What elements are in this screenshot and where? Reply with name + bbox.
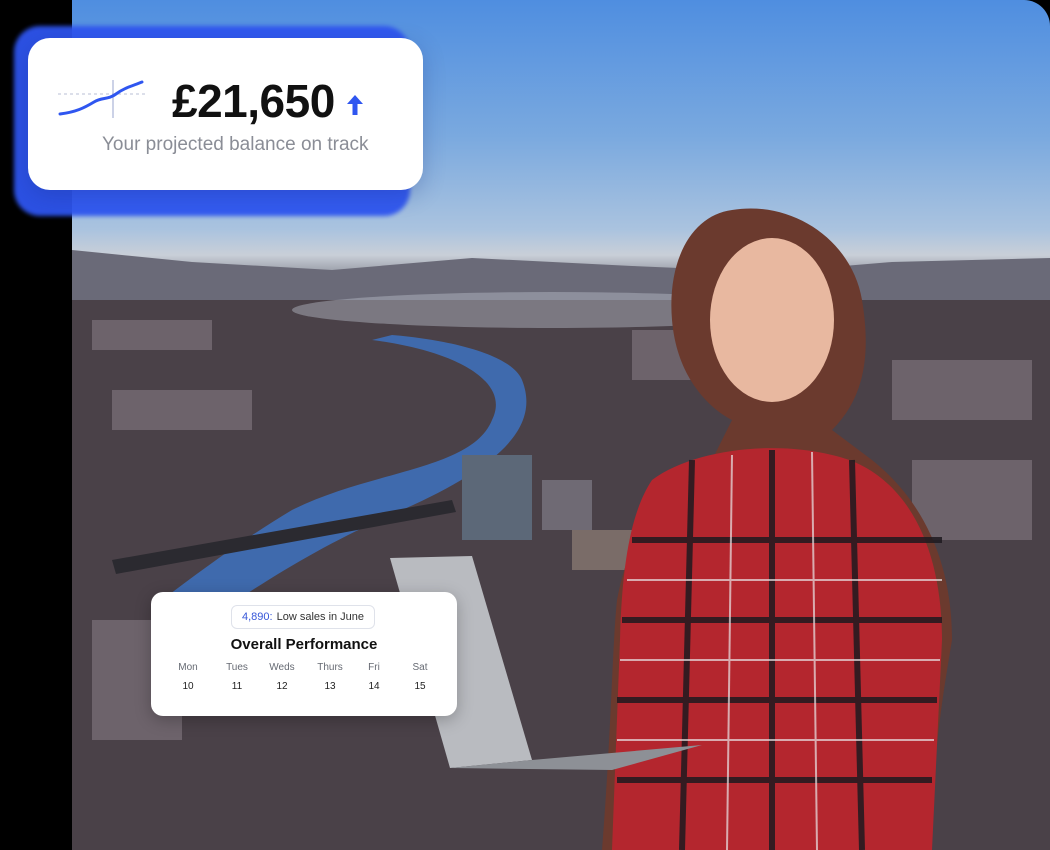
arrow-up-icon <box>346 94 364 121</box>
day-number: 12 <box>276 681 288 692</box>
sales-badge: 4,890: Low sales in June <box>231 605 376 629</box>
day-name: Weds <box>269 662 295 673</box>
day-number: 14 <box>368 681 380 692</box>
day-number: 11 <box>231 681 243 692</box>
sparkline-icon <box>58 78 146 123</box>
day-name: Tues <box>226 662 248 673</box>
performance-card: 4,890: Low sales in June Overall Performa… <box>151 592 457 716</box>
day-name: Mon <box>178 662 198 673</box>
day-column[interactable]: Fri 14 <box>349 662 399 692</box>
balance-amount: £21,650 <box>172 75 335 127</box>
day-column[interactable]: Thurs 13 <box>305 662 355 692</box>
day-name: Fri <box>368 662 380 673</box>
day-column[interactable]: Tues 11 <box>212 662 262 692</box>
sales-badge-value: 4,890: <box>242 611 273 623</box>
day-column[interactable]: Sat 15 <box>395 662 445 692</box>
day-column[interactable]: Weds 12 <box>257 662 307 692</box>
balance-card: £21,650 Your projected balance on track <box>28 38 423 190</box>
sales-badge-text: Low sales in June <box>276 611 365 623</box>
day-number: 13 <box>324 681 336 692</box>
day-number: 10 <box>182 681 194 692</box>
day-number: 15 <box>414 681 426 692</box>
day-column[interactable]: Mon 10 <box>163 662 213 692</box>
performance-title: Overall Performance <box>230 636 378 653</box>
balance-caption: Your projected balance on track <box>102 134 369 155</box>
day-name: Thurs <box>317 662 343 673</box>
day-name: Sat <box>412 662 428 673</box>
